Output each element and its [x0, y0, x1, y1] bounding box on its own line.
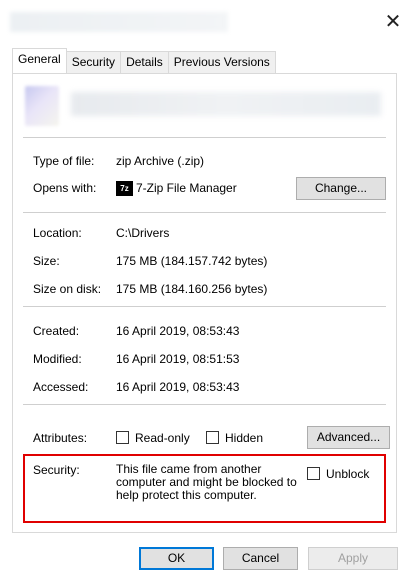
- location-value: C:\Drivers: [116, 226, 170, 240]
- hidden-checkbox[interactable]: [206, 431, 219, 444]
- security-message-line: help protect this computer.: [116, 488, 257, 502]
- cancel-button[interactable]: Cancel: [223, 547, 298, 570]
- close-icon[interactable]: ✕: [383, 12, 403, 33]
- tab-previous-versions[interactable]: Previous Versions: [167, 51, 276, 73]
- accessed-value: 16 April 2019, 08:53:43: [116, 380, 240, 394]
- divider: [23, 306, 386, 307]
- read-only-checkbox[interactable]: [116, 431, 129, 444]
- hidden-label: Hidden: [225, 431, 264, 445]
- tab-general[interactable]: General: [12, 48, 67, 73]
- security-label: Security:: [33, 463, 80, 477]
- opens-with-label: Opens with:: [33, 181, 97, 195]
- modified-value: 16 April 2019, 08:51:53: [116, 352, 240, 366]
- tab-security[interactable]: Security: [65, 51, 122, 73]
- file-icon: [25, 86, 59, 126]
- type-of-file-label: Type of file:: [33, 154, 95, 168]
- modified-label: Modified:: [33, 352, 82, 366]
- change-button[interactable]: Change...: [296, 177, 386, 200]
- opens-with-value: 7-Zip File Manager: [136, 181, 237, 195]
- tab-details[interactable]: Details: [120, 51, 169, 73]
- attributes-label: Attributes:: [33, 431, 88, 445]
- unblock-checkbox[interactable]: [307, 467, 320, 480]
- general-tab-panel: Type of file: zip Archive (.zip) Opens w…: [12, 73, 397, 533]
- advanced-button[interactable]: Advanced...: [307, 426, 390, 449]
- divider: [23, 404, 386, 405]
- title-bar: ✕: [0, 0, 411, 44]
- size-value: 175 MB (184.157.742 bytes): [116, 254, 268, 268]
- security-message: This file came from another computer and…: [116, 463, 306, 502]
- size-on-disk-value: 175 MB (184.160.256 bytes): [116, 282, 268, 296]
- read-only-label: Read-only: [135, 431, 190, 445]
- created-value: 16 April 2019, 08:53:43: [116, 324, 240, 338]
- window-title-blurred: [10, 12, 228, 32]
- divider: [23, 137, 386, 138]
- divider: [23, 212, 386, 213]
- tab-strip: General Security Details Previous Versio…: [12, 48, 276, 73]
- file-name-field-blurred: [71, 92, 381, 116]
- location-label: Location:: [33, 226, 82, 240]
- unblock-label: Unblock: [326, 467, 370, 481]
- apply-button[interactable]: Apply: [308, 547, 398, 570]
- accessed-label: Accessed:: [33, 380, 89, 394]
- 7zip-app-icon: 7z: [116, 181, 133, 196]
- created-label: Created:: [33, 324, 80, 338]
- size-label: Size:: [33, 254, 60, 268]
- size-on-disk-label: Size on disk:: [33, 282, 102, 296]
- type-of-file-value: zip Archive (.zip): [116, 154, 205, 168]
- ok-button[interactable]: OK: [139, 547, 214, 570]
